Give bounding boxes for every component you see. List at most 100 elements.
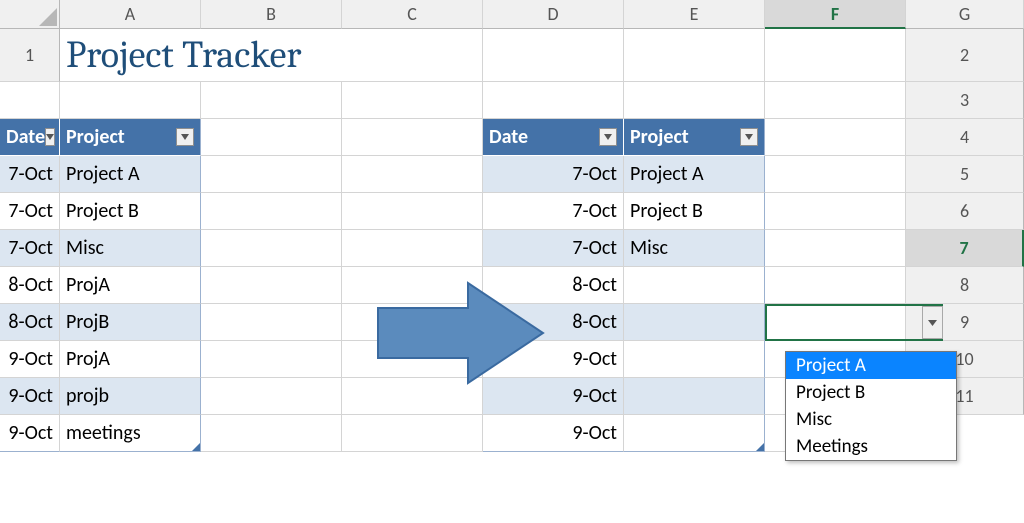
- row-header-6[interactable]: 6: [906, 193, 1024, 230]
- cell-B8[interactable]: ProjB: [60, 304, 201, 341]
- col-header-B[interactable]: B: [201, 0, 342, 29]
- cell-D10[interactable]: [342, 378, 483, 415]
- cell-A6[interactable]: 7-Oct: [0, 230, 60, 267]
- dropdown-option[interactable]: Misc: [786, 406, 956, 433]
- row-header-5[interactable]: 5: [906, 156, 1024, 193]
- cell-C8[interactable]: [201, 304, 342, 341]
- cell-B9[interactable]: ProjA: [60, 341, 201, 378]
- row-header-4[interactable]: 4: [906, 119, 1024, 156]
- row-header-8[interactable]: 8: [906, 267, 1024, 304]
- cell-F6[interactable]: Misc: [624, 230, 765, 267]
- cell-E7[interactable]: 8-Oct: [483, 267, 624, 304]
- cell-B6[interactable]: Misc: [60, 230, 201, 267]
- filter-button[interactable]: [176, 128, 194, 146]
- cell-B5[interactable]: Project B: [60, 193, 201, 230]
- cell-G5[interactable]: [765, 193, 906, 230]
- cell-G6[interactable]: [765, 230, 906, 267]
- cell-C3[interactable]: [201, 119, 342, 156]
- cell-F1[interactable]: [624, 29, 765, 82]
- row-header-2[interactable]: 2: [906, 29, 1024, 82]
- cell-A8[interactable]: 8-Oct: [0, 304, 60, 341]
- cell-D3[interactable]: [342, 119, 483, 156]
- table-resize-handle[interactable]: [756, 443, 764, 451]
- col-header-A[interactable]: A: [60, 0, 201, 29]
- cell-G7[interactable]: [765, 267, 906, 304]
- cell-C11[interactable]: [201, 415, 342, 452]
- cell-B11[interactable]: meetings: [60, 415, 201, 452]
- cell-D2[interactable]: [342, 82, 483, 119]
- cell-D6[interactable]: [342, 230, 483, 267]
- cell-G1[interactable]: [765, 29, 906, 82]
- cell-F2[interactable]: [624, 82, 765, 119]
- cell-A10[interactable]: 9-Oct: [0, 378, 60, 415]
- cell-C9[interactable]: [201, 341, 342, 378]
- cell-G3[interactable]: [765, 119, 906, 156]
- col-header-D[interactable]: D: [483, 0, 624, 29]
- table-right-header-project[interactable]: Project: [624, 119, 765, 156]
- dropdown-list[interactable]: Project A Project B Misc Meetings: [785, 351, 957, 461]
- col-header-F[interactable]: F: [765, 0, 906, 29]
- cell-E1[interactable]: [483, 29, 624, 82]
- cell-F5[interactable]: Project B: [624, 193, 765, 230]
- cell-D9[interactable]: [342, 341, 483, 378]
- cell-F4[interactable]: Project A: [624, 156, 765, 193]
- cell-B7[interactable]: ProjA: [60, 267, 201, 304]
- cell-E4[interactable]: 7-Oct: [483, 156, 624, 193]
- cell-A4[interactable]: 7-Oct: [0, 156, 60, 193]
- cell-G4[interactable]: [765, 156, 906, 193]
- cell-C4[interactable]: [201, 156, 342, 193]
- cell-A5[interactable]: 7-Oct: [0, 193, 60, 230]
- cell-E6[interactable]: 7-Oct: [483, 230, 624, 267]
- cell-G2[interactable]: [765, 82, 906, 119]
- table-left-header-date[interactable]: Date: [0, 119, 60, 156]
- cell-E10[interactable]: 9-Oct: [483, 378, 624, 415]
- cell-E11[interactable]: 9-Oct: [483, 415, 624, 452]
- col-header-E[interactable]: E: [624, 0, 765, 29]
- chevron-down-icon: [745, 134, 753, 140]
- cell-F7[interactable]: [624, 267, 765, 304]
- cell-G8[interactable]: [765, 304, 906, 341]
- dropdown-option[interactable]: Project B: [786, 379, 956, 406]
- row-header-3[interactable]: 3: [906, 82, 1024, 119]
- cell-E9[interactable]: 9-Oct: [483, 341, 624, 378]
- table-left-header-project[interactable]: Project: [60, 119, 201, 156]
- select-all-corner[interactable]: [0, 0, 60, 29]
- cell-A7[interactable]: 8-Oct: [0, 267, 60, 304]
- table-right-header-date[interactable]: Date: [483, 119, 624, 156]
- cell-D5[interactable]: [342, 193, 483, 230]
- cell-D8[interactable]: [342, 304, 483, 341]
- col-header-G[interactable]: G: [906, 0, 1024, 29]
- dropdown-option[interactable]: Project A: [786, 352, 956, 379]
- cell-F8[interactable]: [624, 304, 765, 341]
- cell-B2[interactable]: [60, 82, 201, 119]
- dropdown-option[interactable]: Meetings: [786, 433, 956, 460]
- cell-B10[interactable]: projb: [60, 378, 201, 415]
- cell-F11[interactable]: [624, 415, 765, 452]
- cell-D7[interactable]: [342, 267, 483, 304]
- cell-F10[interactable]: [624, 378, 765, 415]
- cell-A2[interactable]: [0, 82, 60, 119]
- cell-E8[interactable]: 8-Oct: [483, 304, 624, 341]
- cell-C10[interactable]: [201, 378, 342, 415]
- chevron-down-icon: [46, 134, 54, 140]
- cell-C5[interactable]: [201, 193, 342, 230]
- cell-D4[interactable]: [342, 156, 483, 193]
- filter-button[interactable]: [599, 128, 617, 146]
- cell-B4[interactable]: Project A: [60, 156, 201, 193]
- cell-F9[interactable]: [624, 341, 765, 378]
- cell-E2[interactable]: [483, 82, 624, 119]
- cell-A11[interactable]: 9-Oct: [0, 415, 60, 452]
- cell-D11[interactable]: [342, 415, 483, 452]
- cell-A9[interactable]: 9-Oct: [0, 341, 60, 378]
- col-header-C[interactable]: C: [342, 0, 483, 29]
- cell-E5[interactable]: 7-Oct: [483, 193, 624, 230]
- filter-button[interactable]: [740, 128, 758, 146]
- table-resize-handle[interactable]: [192, 443, 200, 451]
- cell-C2[interactable]: [201, 82, 342, 119]
- row-header-7[interactable]: 7: [906, 230, 1024, 267]
- cell-C6[interactable]: [201, 230, 342, 267]
- filter-button[interactable]: [45, 128, 55, 146]
- cell-C7[interactable]: [201, 267, 342, 304]
- row-header-1[interactable]: 1: [0, 29, 60, 82]
- dropdown-button[interactable]: [922, 306, 943, 339]
